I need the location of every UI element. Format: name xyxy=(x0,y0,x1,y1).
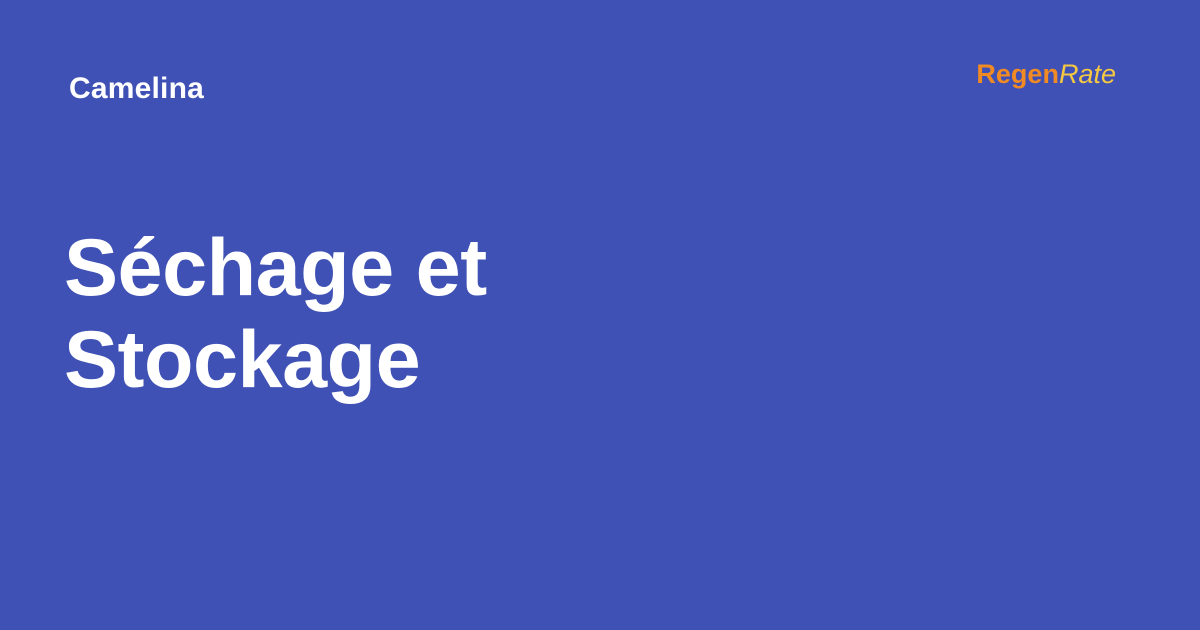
category-label: Camelina xyxy=(69,72,204,105)
logo-regen-text: Regen xyxy=(976,59,1059,89)
title-line-2: Stockage xyxy=(64,315,421,406)
logo-rate-text: Rate xyxy=(1058,59,1116,89)
title-line-1: Séchage et xyxy=(64,223,487,314)
page-title: Séchage et Stockage xyxy=(64,222,964,406)
social-card: Camelina RegenRate Séchage et Stockage xyxy=(0,0,1200,630)
regenrate-logo: RegenRate xyxy=(976,57,1116,91)
